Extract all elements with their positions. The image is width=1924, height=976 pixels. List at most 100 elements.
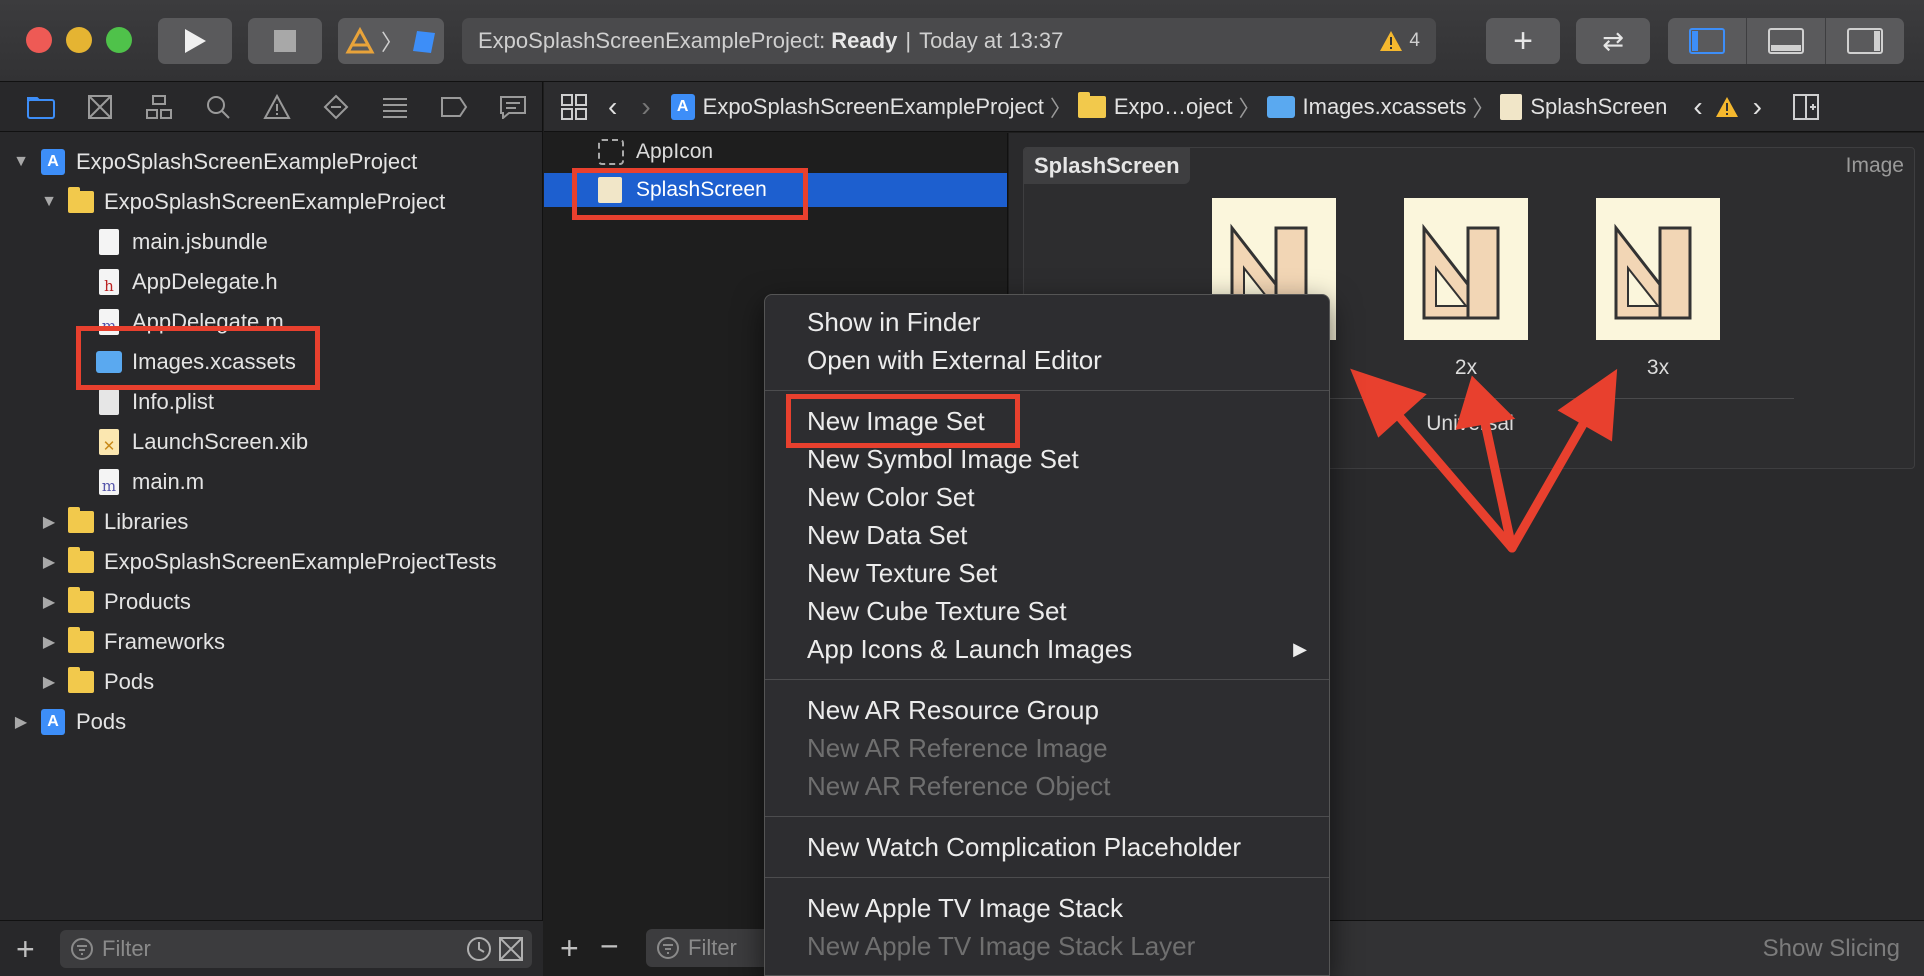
next-issue-button[interactable]: › bbox=[1753, 91, 1762, 123]
tree-row-products[interactable]: ▶ Products bbox=[40, 582, 191, 622]
asset-item-splashscreen[interactable]: SplashScreen bbox=[544, 173, 1007, 207]
disclosure-collapsed-icon[interactable]: ▶ bbox=[12, 712, 30, 732]
scheme-selector[interactable]: 〉 bbox=[338, 18, 444, 64]
tree-label: ExpoSplashScreenExampleProjectTests bbox=[104, 549, 497, 574]
folder-icon bbox=[68, 507, 94, 535]
warnings-badge[interactable]: 4 bbox=[1379, 18, 1420, 64]
crumb-image-set[interactable]: SplashScreen bbox=[1500, 93, 1667, 120]
symbol-navigator-tab[interactable] bbox=[130, 94, 189, 120]
menu-show-in-finder[interactable]: Show in Finder bbox=[765, 303, 1329, 341]
tree-row-info-plist[interactable]: Info.plist bbox=[96, 382, 214, 422]
menu-app-icons-launch-images[interactable]: App Icons & Launch Images ▶ bbox=[765, 630, 1329, 668]
toggle-inspector-button[interactable] bbox=[1826, 18, 1904, 64]
tree-label: AppDelegate.h bbox=[132, 269, 278, 294]
menu-new-ar-resource-group[interactable]: New AR Resource Group bbox=[765, 691, 1329, 729]
disclosure-collapsed-icon[interactable]: ▶ bbox=[40, 672, 58, 692]
objc-file-icon: m bbox=[96, 469, 122, 495]
navigator-filter-input[interactable]: Filter bbox=[60, 930, 532, 968]
tree-row-appdelegate-m[interactable]: m AppDelegate.m bbox=[96, 302, 284, 342]
image-slot-3x[interactable] bbox=[1596, 198, 1720, 340]
tree-row-pods-group[interactable]: ▶ Pods bbox=[40, 662, 154, 702]
breakpoint-navigator-tab[interactable] bbox=[424, 96, 483, 118]
toggle-debug-area-button[interactable] bbox=[1747, 18, 1826, 64]
remove-asset-button[interactable]: − bbox=[600, 928, 619, 965]
related-items-icon[interactable] bbox=[560, 93, 588, 121]
menu-new-symbol-image-set[interactable]: New Symbol Image Set bbox=[765, 440, 1329, 478]
tree-label: Info.plist bbox=[132, 389, 214, 414]
crumb-asset-catalog[interactable]: Images.xcassets bbox=[1266, 94, 1466, 120]
menu-new-ar-reference-image: New AR Reference Image bbox=[807, 732, 1108, 763]
test-navigator-tab[interactable] bbox=[306, 94, 365, 120]
menu-new-data-set[interactable]: New Data Set bbox=[765, 516, 1329, 554]
tree-row-tests[interactable]: ▶ ExpoSplashScreenExampleProjectTests bbox=[40, 542, 497, 582]
tree-row-frameworks[interactable]: ▶ Frameworks bbox=[40, 622, 225, 662]
tree-row-pods-project[interactable]: ▶ A Pods bbox=[12, 702, 126, 742]
code-review-button[interactable]: ⇄ bbox=[1576, 18, 1650, 64]
tree-row-images-xcassets[interactable]: Images.xcassets bbox=[96, 342, 296, 382]
disclosure-collapsed-icon[interactable]: ▶ bbox=[40, 632, 58, 652]
chevron-right-icon: 〉 bbox=[1238, 95, 1261, 121]
debug-navigator-tab[interactable] bbox=[365, 95, 424, 119]
show-slicing-button[interactable]: Show Slicing bbox=[1763, 935, 1900, 963]
disclosure-expanded-icon[interactable]: ▼ bbox=[40, 193, 58, 211]
asset-item-appicon[interactable]: AppIcon bbox=[544, 135, 1007, 169]
back-button[interactable]: ‹ bbox=[608, 91, 617, 123]
zoom-window-button[interactable] bbox=[106, 27, 132, 53]
tree-label: Images.xcassets bbox=[132, 349, 296, 374]
breakpoint-icon bbox=[440, 96, 467, 117]
run-button[interactable] bbox=[158, 18, 232, 64]
slot-label-3x: 3x bbox=[1646, 356, 1670, 379]
tree-row-main-m[interactable]: m main.m bbox=[96, 462, 204, 502]
tree-row-project[interactable]: ▼ A ExpoSplashScreenExampleProject bbox=[12, 142, 417, 182]
tree-label: Pods bbox=[104, 669, 155, 694]
issue-navigator-tab[interactable] bbox=[248, 93, 307, 120]
crumb-group[interactable]: Expo…oject bbox=[1077, 91, 1232, 120]
disclosure-collapsed-icon[interactable]: ▶ bbox=[40, 592, 58, 612]
folder-icon bbox=[27, 96, 56, 119]
forward-button[interactable]: › bbox=[641, 91, 650, 123]
navigator-selector-bar bbox=[0, 82, 542, 132]
plist-file-icon bbox=[96, 389, 122, 415]
source-control-filter-icon[interactable] bbox=[498, 936, 524, 962]
close-window-button[interactable] bbox=[26, 27, 52, 53]
minimize-window-button[interactable] bbox=[66, 27, 92, 53]
menu-new-texture-set[interactable]: New Texture Set bbox=[765, 554, 1329, 592]
menu-new-color-set[interactable]: New Color Set bbox=[765, 478, 1329, 516]
menu-new-image-set[interactable]: New Image Set bbox=[765, 402, 1329, 440]
objc-file-icon: m bbox=[96, 309, 122, 335]
activity-project: ExpoSplashScreenExampleProject: bbox=[478, 28, 826, 53]
menu-new-watch-complication[interactable]: New Watch Complication Placeholder bbox=[765, 828, 1329, 866]
find-navigator-tab[interactable] bbox=[189, 94, 248, 120]
previous-issue-button[interactable]: ‹ bbox=[1693, 91, 1702, 123]
warning-icon[interactable] bbox=[1715, 96, 1739, 118]
image-set-title: SplashScreen bbox=[1024, 148, 1190, 184]
toggle-navigator-button[interactable] bbox=[1668, 18, 1747, 64]
project-navigator-tab[interactable] bbox=[12, 95, 71, 119]
disclosure-expanded-icon[interactable]: ▼ bbox=[12, 153, 30, 171]
project-icon: A bbox=[670, 93, 695, 120]
image-slot-2x[interactable] bbox=[1404, 198, 1528, 340]
disclosure-collapsed-icon[interactable]: ▶ bbox=[40, 512, 58, 532]
recent-files-icon[interactable] bbox=[466, 936, 492, 962]
context-menu: Show in Finder Open with External Editor… bbox=[764, 294, 1330, 976]
stop-button[interactable] bbox=[248, 18, 322, 64]
source-control-tab[interactable] bbox=[71, 94, 130, 120]
folder-icon bbox=[68, 187, 94, 215]
library-add-button[interactable]: + bbox=[1486, 18, 1560, 64]
split-editor-icon[interactable] bbox=[1792, 93, 1820, 121]
bottom-panel-icon bbox=[1768, 28, 1804, 54]
tree-row-libraries[interactable]: ▶ Libraries bbox=[40, 502, 188, 542]
tree-row-group[interactable]: ▼ ExpoSplashScreenExampleProject bbox=[40, 182, 445, 222]
add-asset-button[interactable]: + bbox=[560, 930, 579, 967]
menu-new-cube-texture-set[interactable]: New Cube Texture Set bbox=[765, 592, 1329, 630]
menu-open-external-editor[interactable]: Open with External Editor bbox=[765, 341, 1329, 379]
tree-row-main-jsbundle[interactable]: main.jsbundle bbox=[96, 222, 268, 262]
crumb-project[interactable]: A ExpoSplashScreenExampleProject bbox=[670, 93, 1044, 120]
tree-row-appdelegate-h[interactable]: h AppDelegate.h bbox=[96, 262, 278, 302]
add-file-button[interactable]: + bbox=[16, 931, 35, 968]
report-navigator-tab[interactable] bbox=[483, 95, 542, 119]
disclosure-collapsed-icon[interactable]: ▶ bbox=[40, 552, 58, 572]
plus-icon: + bbox=[1513, 21, 1533, 60]
menu-new-apple-tv-image-stack[interactable]: New Apple TV Image Stack bbox=[765, 889, 1329, 927]
tree-row-launchscreen[interactable]: ✕ LaunchScreen.xib bbox=[96, 422, 308, 462]
